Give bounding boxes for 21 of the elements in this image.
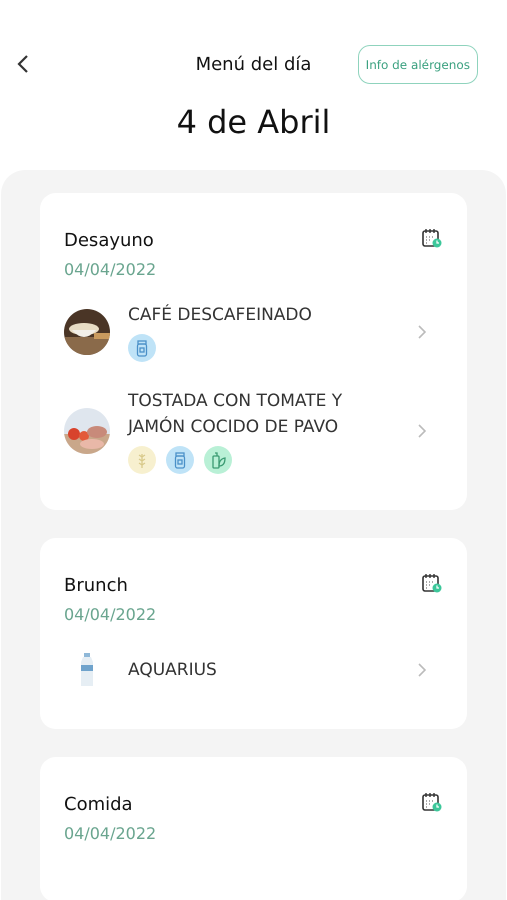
date-heading: 4 de Abril [176, 106, 332, 138]
dish-name: CAFÉ DESCAFEINADO [128, 303, 313, 327]
dish-row[interactable]: CAFÉ DESCAFEINADO [64, 302, 443, 362]
chevron-right-icon [417, 324, 427, 340]
dish-row[interactable]: TOSTADA CON TOMATE Y JAMÓN COCIDO DE PAVO [64, 388, 443, 474]
dish-name: TOSTADA CON TOMATE Y JAMÓN COCIDO DE PAVO [128, 390, 344, 439]
dish-name: AQUARIUS [128, 659, 218, 682]
meal-date: 04/04/2022 [64, 823, 158, 845]
calendar-clock-icon[interactable] [421, 572, 443, 594]
meal-name: Comida [64, 793, 133, 817]
chevron-right-icon [417, 423, 427, 439]
meal-date: 04/04/2022 [64, 604, 158, 626]
back-icon[interactable] [16, 54, 30, 74]
calendar-clock-icon[interactable] [421, 227, 443, 249]
meal-name: Desayuno [64, 229, 154, 253]
meal-date: 04/04/2022 [64, 259, 158, 281]
calendar-clock-icon[interactable] [421, 791, 443, 813]
dish-row[interactable]: AQUARIUS [64, 647, 443, 693]
page-title: Menú del día [196, 52, 312, 76]
chevron-right-icon [417, 662, 427, 678]
meal-name: Brunch [64, 574, 128, 598]
